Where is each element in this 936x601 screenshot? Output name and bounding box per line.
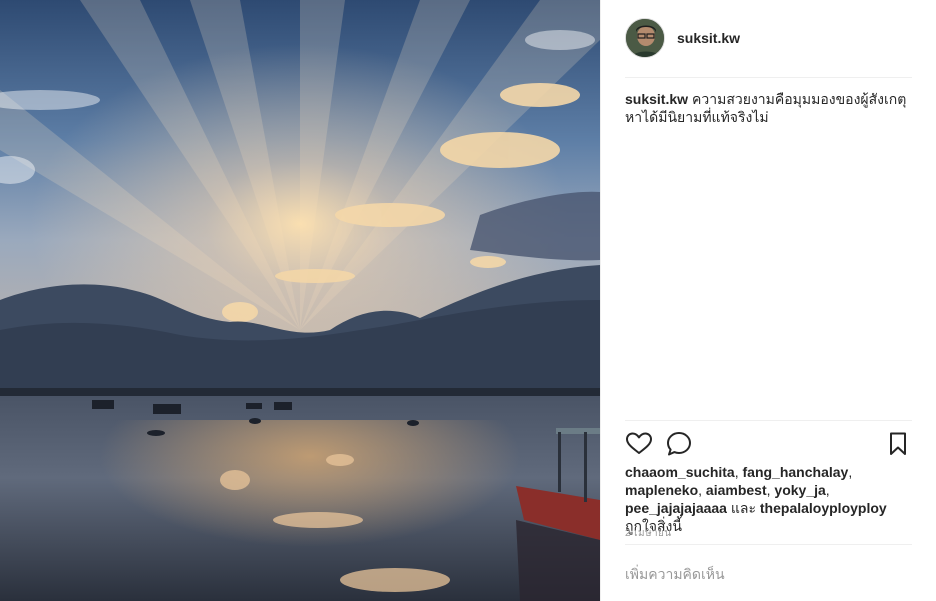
likes-conjunction: และ [730,500,756,516]
likes-summary: chaaom_suchita, fang_hanchalay, maplenek… [625,463,915,535]
post-date[interactable]: 2 เมษายน [625,526,671,541]
bookmark-icon [890,432,906,455]
heart-icon [626,432,652,454]
liker-link[interactable]: thepalaloyployploy [760,500,887,516]
liker-separator: , [698,482,706,498]
comment-bubble-icon [667,432,691,456]
liker-link[interactable]: mapleneko [625,482,698,498]
post-actions [625,430,912,458]
save-button[interactable] [884,430,912,458]
liker-link[interactable]: fang_hanchalay [743,464,849,480]
divider [625,420,912,421]
liker-link[interactable]: pee_jajajajaaaa [625,500,727,516]
comment-button[interactable] [665,430,693,458]
post-header: suksit.kw [625,18,912,78]
liker-link[interactable]: yoky_ja [774,482,825,498]
caption-username-link[interactable]: suksit.kw [625,91,688,107]
comment-input[interactable] [625,563,912,585]
like-button[interactable] [625,430,653,458]
post-details-panel: suksit.kw suksit.kw ความสวยงามคือมุมมองขอ… [600,0,936,601]
liker-link[interactable]: chaaom_suchita [625,464,735,480]
comment-form [625,544,912,601]
liker-separator: , [734,464,743,480]
post-caption: suksit.kw ความสวยงามคือมุมมองของผู้สังเกต… [625,90,915,126]
liker-link[interactable]: aiambest [706,482,767,498]
liker-separator: , [848,464,853,480]
username-link[interactable]: suksit.kw [677,18,740,58]
post-photo[interactable] [0,0,600,601]
sunset-lake-image [0,0,600,601]
liker-separator: , [825,482,830,498]
avatar-photo [626,19,664,57]
avatar[interactable] [625,18,665,58]
